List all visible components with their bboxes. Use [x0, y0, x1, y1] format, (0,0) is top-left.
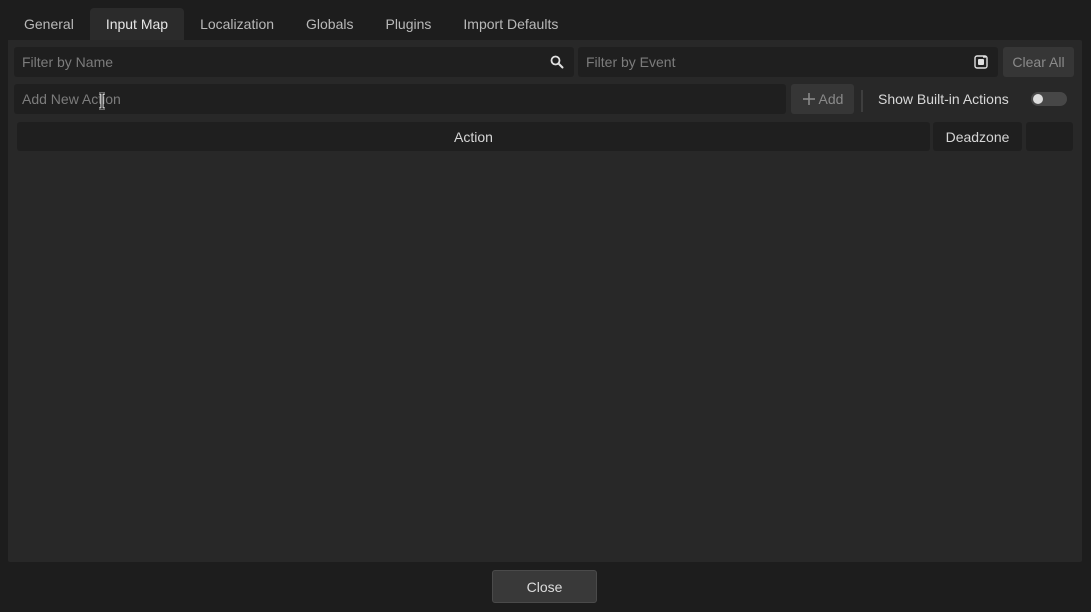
add-new-action-placeholder: Add New Action [22, 91, 121, 107]
action-list[interactable] [17, 154, 1073, 554]
tab-general[interactable]: General [8, 8, 90, 40]
close-button[interactable]: Close [492, 570, 597, 603]
toggle-knob [1033, 94, 1043, 104]
keyboard-listen-icon[interactable] [972, 53, 990, 71]
show-builtin-actions-label: Show Built-in Actions [878, 91, 1009, 107]
tab-bar: General Input Map Localization Globals P… [8, 8, 574, 40]
clear-all-button[interactable]: Clear All [1003, 47, 1074, 77]
add-new-action-input[interactable]: Add New Action [14, 84, 786, 114]
search-icon [548, 53, 566, 71]
toolbar-separator [861, 90, 863, 112]
input-map-panel: Filter by Name Filter by Event Clear All [8, 40, 1082, 562]
tab-import-defaults[interactable]: Import Defaults [447, 8, 574, 40]
add-action-button[interactable]: Add [791, 84, 854, 114]
tab-globals[interactable]: Globals [290, 8, 369, 40]
show-builtin-actions-toggle[interactable] [1031, 92, 1067, 106]
project-settings-window: General Input Map Localization Globals P… [0, 0, 1091, 612]
column-header-action[interactable]: Action [17, 122, 930, 151]
tab-plugins[interactable]: Plugins [369, 8, 447, 40]
filter-by-name-placeholder: Filter by Name [22, 54, 114, 70]
text-cursor-icon [97, 91, 107, 111]
filter-by-name-input[interactable]: Filter by Name [14, 47, 574, 77]
filter-by-event-placeholder: Filter by Event [586, 54, 676, 70]
tab-localization[interactable]: Localization [184, 8, 290, 40]
column-header-deadzone[interactable]: Deadzone [933, 122, 1022, 151]
column-header-actions [1026, 122, 1073, 151]
filter-by-event-input[interactable]: Filter by Event [578, 47, 998, 77]
tab-input-map[interactable]: Input Map [89, 8, 185, 40]
plus-icon [802, 92, 816, 106]
add-action-label: Add [818, 91, 844, 107]
